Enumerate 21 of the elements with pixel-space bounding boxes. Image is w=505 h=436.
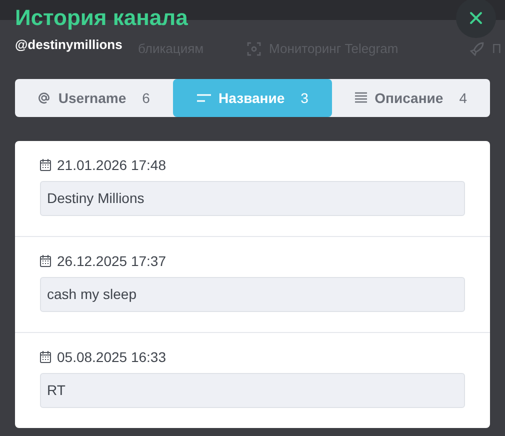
paragraph-icon bbox=[354, 92, 367, 104]
tab[interactable]: Название 3 bbox=[173, 79, 332, 117]
value-field: RT bbox=[40, 373, 465, 408]
entry-date: 21.01.2026 17:48 bbox=[57, 156, 166, 174]
calendar-icon bbox=[40, 255, 51, 267]
entry-date: 05.08.2025 16:33 bbox=[57, 348, 166, 366]
at-icon bbox=[38, 92, 50, 104]
tab[interactable]: Username 6 bbox=[15, 79, 174, 117]
calendar-icon bbox=[40, 159, 51, 171]
tab[interactable]: Описание 4 bbox=[332, 79, 490, 117]
calendar-icon bbox=[40, 351, 51, 363]
rocket-icon bbox=[470, 42, 484, 56]
value-field: cash my sleep bbox=[40, 277, 465, 312]
entry-date: 26.12.2025 17:37 bbox=[57, 252, 166, 270]
close-button[interactable] bbox=[456, 0, 496, 38]
channel-handle: @destinymillions bbox=[15, 36, 122, 54]
scan-icon bbox=[247, 42, 261, 56]
value-field: Destiny Millions bbox=[40, 181, 465, 216]
close-icon bbox=[469, 11, 483, 25]
dialog-title: История канала bbox=[15, 4, 188, 32]
short-lines-icon bbox=[196, 94, 211, 102]
